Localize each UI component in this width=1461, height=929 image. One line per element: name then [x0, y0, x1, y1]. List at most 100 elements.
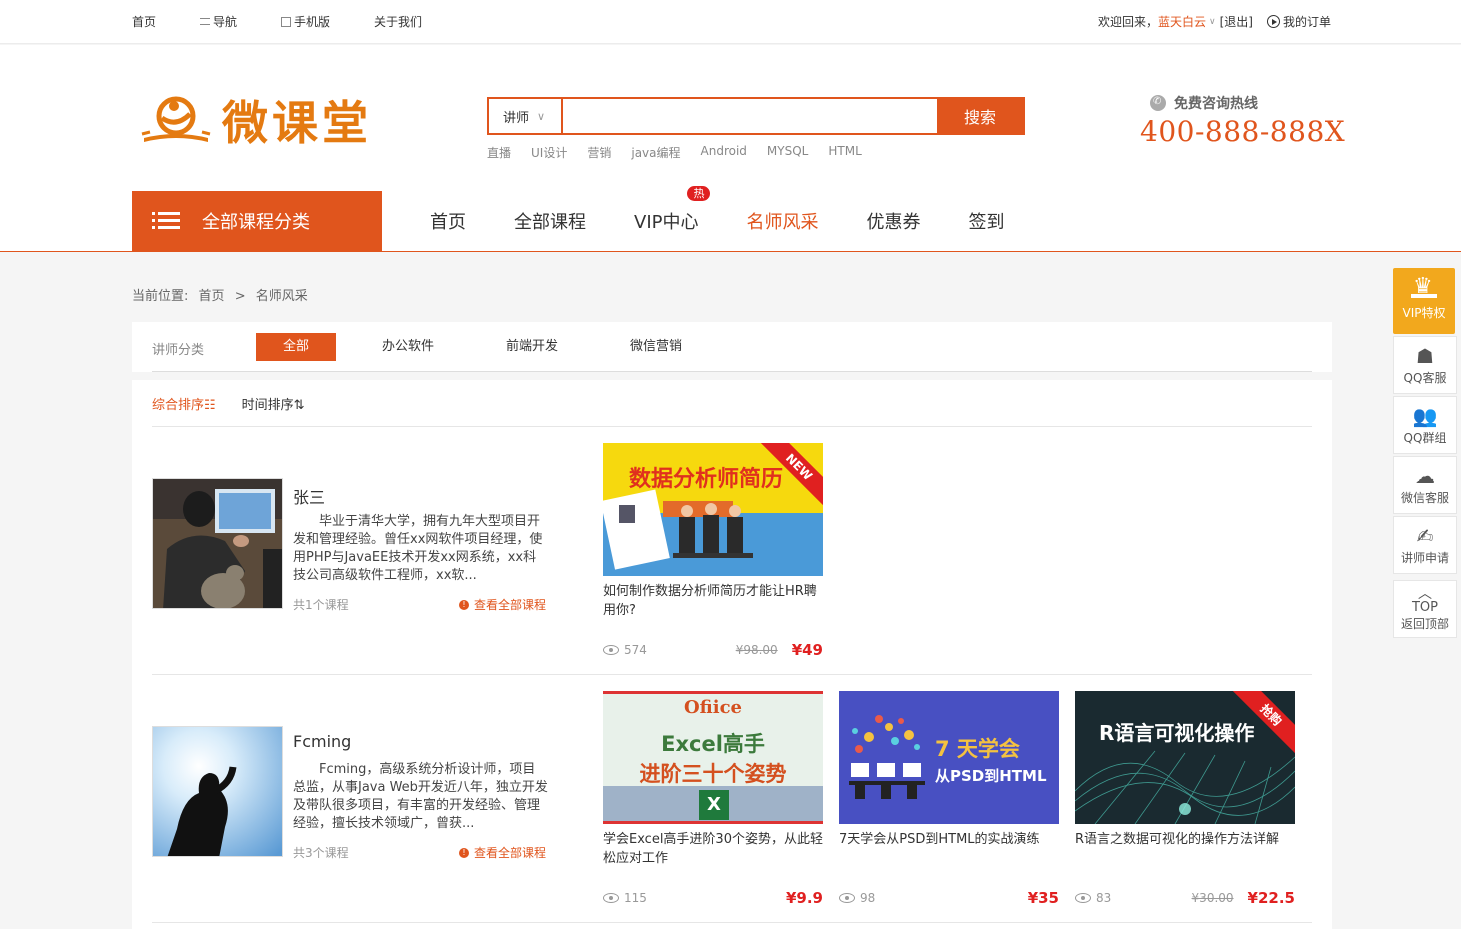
- top-link-about[interactable]: 关于我们: [374, 13, 422, 30]
- filter-option-wechat[interactable]: 微信营销: [604, 333, 708, 361]
- course-meta: 574 ¥98.00 ¥49: [603, 640, 823, 660]
- welcome-text: 欢迎回来，: [1097, 15, 1158, 29]
- hot-badge: 热: [687, 186, 711, 201]
- side-toolbar: VIP特权 ☗ QQ客服 👥 QQ群组 ☁ 微信客服 ✍ 讲师申请 ︿ TOP …: [1393, 268, 1457, 638]
- wechat-icon: ☁: [1415, 464, 1435, 488]
- chevron-down-icon[interactable]: ∨: [1209, 17, 1216, 27]
- course-card[interactable]: Ofiice Excel高手 进阶三十个姿势 X 学会Excel高手进阶30个姿…: [603, 691, 823, 908]
- hot-word[interactable]: UI设计: [531, 144, 567, 161]
- course-meta: 83 ¥30.00 ¥22.5: [1075, 888, 1295, 908]
- info-icon: !: [459, 599, 469, 610]
- course-title[interactable]: 如何制作数据分析师简历才能让HR聘用你?: [603, 582, 823, 620]
- logo[interactable]: 微课堂: [140, 87, 372, 153]
- wechat-service-label: 微信客服: [1400, 491, 1449, 505]
- divider: [152, 922, 1312, 923]
- course-price: ¥9.9: [785, 889, 823, 907]
- nav-item-vip[interactable]: VIP中心 热: [634, 186, 711, 234]
- qq-penguin-icon: ☗: [1416, 344, 1434, 368]
- divider: [152, 426, 1312, 427]
- top-link-mobile[interactable]: 手机版: [281, 13, 330, 30]
- breadcrumb-home[interactable]: 首页: [199, 289, 225, 304]
- search-button[interactable]: 搜索: [937, 99, 1023, 133]
- teacher-photo[interactable]: [152, 726, 283, 857]
- teacher-name[interactable]: 张三: [293, 484, 325, 508]
- top-link-mobile-label: 手机版: [294, 15, 331, 29]
- course-thumbnail: 7 天学会 从PSD到HTML: [839, 691, 1059, 824]
- course-title[interactable]: 7天学会从PSD到HTML的实战演练: [839, 830, 1059, 868]
- eye-icon: [603, 645, 619, 655]
- search-input[interactable]: [563, 99, 937, 133]
- sort-comprehensive[interactable]: 综合排序☷: [152, 394, 216, 413]
- teacher-photo-image: [153, 479, 282, 608]
- course-card[interactable]: 数据分析师简历 NEW 如何制作数据分析师简历才能让HR聘用你? 574 ¥98…: [603, 443, 823, 660]
- top-link-nav[interactable]: 导航: [200, 13, 237, 30]
- eye-icon: [603, 893, 619, 903]
- top-bar: 首页 导航 手机版 关于我们 欢迎回来， 蓝天白云 ∨ [退出] 我的订单: [0, 0, 1461, 44]
- hotline-text: 免费咨询热线: [1174, 96, 1258, 112]
- hot-words: 直播 UI设计 营销 java编程 Android MYSQL HTML: [487, 144, 882, 161]
- my-orders-link[interactable]: 我的订单: [1283, 13, 1331, 30]
- hot-word[interactable]: 直播: [487, 144, 511, 161]
- hot-word[interactable]: Android: [701, 144, 747, 161]
- nav-item-checkin[interactable]: 签到: [968, 208, 1004, 234]
- hot-word[interactable]: MYSQL: [767, 144, 808, 161]
- vip-privilege-button[interactable]: VIP特权: [1393, 268, 1455, 334]
- divider: [152, 371, 1312, 372]
- eye-icon: [839, 893, 855, 903]
- course-prices: ¥9.9: [786, 889, 823, 907]
- view-all-courses-link[interactable]: ! 查看全部课程: [459, 844, 546, 861]
- all-categories-button[interactable]: 全部课程分类: [132, 191, 382, 251]
- course-title[interactable]: R语言之数据可视化的操作方法详解: [1075, 830, 1295, 868]
- filter-option-frontend[interactable]: 前端开发: [480, 333, 584, 361]
- course-original-price: ¥98.00: [735, 643, 778, 657]
- wechat-service-button[interactable]: ☁ 微信客服: [1393, 456, 1457, 514]
- qq-service-button[interactable]: ☗ QQ客服: [1393, 336, 1457, 394]
- course-card[interactable]: R语言可视化操作 抢购 R语言之数据可视化的操作方法详解 83 ¥30.00 ¥…: [1075, 691, 1295, 908]
- info-icon: !: [459, 847, 469, 858]
- play-circle-icon: [1266, 15, 1280, 28]
- teacher-course-count: 共3个课程: [293, 846, 349, 860]
- nav-item-coupons[interactable]: 优惠券: [866, 208, 920, 234]
- group-icon: 👥: [1412, 404, 1438, 428]
- hot-word[interactable]: 营销: [587, 144, 611, 161]
- filter-option-office[interactable]: 办公软件: [356, 333, 460, 361]
- search-category-select[interactable]: 讲师 ∨: [489, 99, 563, 133]
- nav-item-all-courses[interactable]: 全部课程: [514, 208, 586, 234]
- hot-word[interactable]: HTML: [828, 144, 861, 161]
- course-title[interactable]: 学会Excel高手进阶30个姿势，从此轻松应对工作: [603, 830, 823, 868]
- qq-group-button[interactable]: 👥 QQ群组: [1393, 396, 1457, 454]
- logout-link[interactable]: [退出]: [1220, 13, 1253, 30]
- course-thumbnail-title: R语言可视化操作: [1099, 721, 1255, 745]
- mobile-icon: [281, 16, 292, 27]
- course-card[interactable]: 7 天学会 从PSD到HTML 7天学会从PSD到HTML的实战演练 98 ¥3…: [839, 691, 1059, 908]
- breadcrumb-separator: >: [234, 289, 246, 304]
- sort-time[interactable]: 时间排序⇅: [242, 394, 305, 413]
- breadcrumb-label: 当前位置:: [132, 289, 189, 304]
- course-price: ¥35: [1027, 889, 1059, 907]
- course-thumbnail-title: Excel高手: [661, 732, 765, 756]
- main-nav: 首页 全部课程 VIP中心 热 名师风采 优惠券 签到: [406, 186, 1028, 252]
- username-link[interactable]: 蓝天白云: [1158, 13, 1206, 30]
- excel-icon: X: [603, 786, 823, 821]
- teacher-course-count: 共1个课程: [293, 598, 349, 612]
- teacher-list: 综合排序☷ 时间排序⇅ 张三 毕业于清华大学，拥有九年大型项目开发和管理经验。曾…: [132, 380, 1332, 929]
- course-thumbnail: R语言可视化操作 抢购: [1075, 691, 1295, 824]
- teacher-photo[interactable]: [152, 478, 283, 609]
- top-links: 首页 导航 手机版 关于我们: [132, 13, 466, 30]
- menu-icon: [152, 212, 180, 230]
- hot-word[interactable]: java编程: [631, 144, 680, 161]
- search-bar: 讲师 ∨ 搜索: [487, 97, 1025, 135]
- back-to-top-button[interactable]: ︿ TOP 返回顶部: [1393, 580, 1457, 638]
- filter-option-all[interactable]: 全部: [256, 333, 336, 361]
- top-link-home[interactable]: 首页: [132, 13, 156, 30]
- course-meta: 98 ¥35: [839, 888, 1059, 908]
- teacher-photo-image: [153, 727, 282, 856]
- course-thumbnail-title: 从PSD到HTML: [935, 767, 1047, 785]
- teacher-name[interactable]: Fcming: [293, 732, 351, 751]
- nav-item-home[interactable]: 首页: [430, 208, 466, 234]
- sort-bar: 综合排序☷ 时间排序⇅: [152, 394, 331, 413]
- teacher-apply-button[interactable]: ✍ 讲师申请: [1393, 516, 1457, 574]
- view-all-courses-label: 查看全部课程: [474, 598, 547, 612]
- view-all-courses-link[interactable]: ! 查看全部课程: [459, 596, 546, 613]
- nav-item-teachers[interactable]: 名师风采: [746, 208, 818, 234]
